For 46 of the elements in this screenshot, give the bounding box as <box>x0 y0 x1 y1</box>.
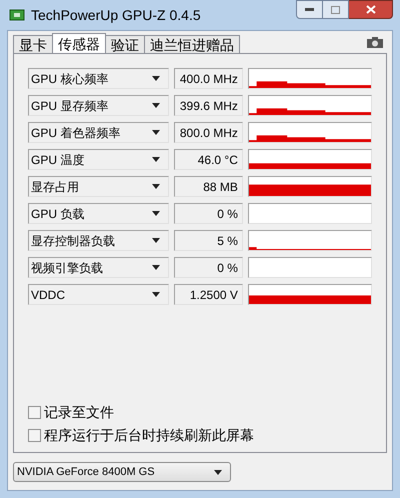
minimize-button[interactable] <box>296 0 323 19</box>
sensor-value: 46.0 °C <box>174 149 243 170</box>
sensor-value: 800.0 MHz <box>174 122 243 143</box>
caret-icon <box>152 157 160 162</box>
caret-icon <box>152 265 160 270</box>
caret-icon <box>152 103 160 108</box>
caret-icon <box>152 292 160 297</box>
sensor-select[interactable]: 显存控制器负载 <box>28 230 169 251</box>
chip-icon <box>9 8 25 22</box>
checkbox[interactable] <box>28 406 41 419</box>
tab[interactable]: 迪兰恒进赠品 <box>144 35 240 53</box>
minimize-icon <box>305 8 314 11</box>
caret-icon <box>152 184 160 189</box>
checkbox[interactable] <box>28 429 41 442</box>
close-icon <box>366 5 376 14</box>
caret-icon <box>214 470 222 474</box>
camera-icon[interactable] <box>367 37 383 48</box>
sensor-value: 5 % <box>174 230 243 251</box>
tab[interactable]: 显卡 <box>13 35 53 53</box>
checkbox-label: 程序运行于后台时持续刷新此屏幕 <box>44 426 254 445</box>
close-button[interactable] <box>349 0 393 19</box>
sensor-select[interactable]: GPU 负载 <box>28 203 169 224</box>
sensor-select[interactable]: VDDC <box>28 284 169 305</box>
sensor-select[interactable]: GPU 温度 <box>28 149 169 170</box>
window-title: TechPowerUp GPU-Z 0.4.5 <box>31 6 201 25</box>
caret-icon <box>152 238 160 243</box>
sensor-value: 0 % <box>174 203 243 224</box>
sensor-value: 399.6 MHz <box>174 95 243 116</box>
caret-icon <box>152 76 160 81</box>
sensor-select[interactable]: GPU 着色器频率 <box>28 122 169 143</box>
maximize-button[interactable] <box>323 0 349 19</box>
sensor-value: 400.0 MHz <box>174 68 243 89</box>
sensor-select[interactable]: GPU 核心频率 <box>28 68 169 89</box>
tab[interactable]: 验证 <box>105 35 145 53</box>
caret-icon <box>152 211 160 216</box>
caret-icon <box>152 130 160 135</box>
maximize-icon <box>331 6 340 14</box>
tab[interactable]: 传感器 <box>52 33 106 53</box>
checkbox-label: 记录至文件 <box>44 403 114 422</box>
device-dropdown[interactable]: NVIDIA GeForce 8400M GS <box>13 462 231 482</box>
sensor-value: 1.2500 V <box>174 284 243 305</box>
sensor-select[interactable]: 显存占用 <box>28 176 169 197</box>
sensor-value: 88 MB <box>174 176 243 197</box>
sensor-select[interactable]: GPU 显存频率 <box>28 95 169 116</box>
sensor-select[interactable]: 视频引擎负载 <box>28 257 169 278</box>
sensor-value: 0 % <box>174 257 243 278</box>
